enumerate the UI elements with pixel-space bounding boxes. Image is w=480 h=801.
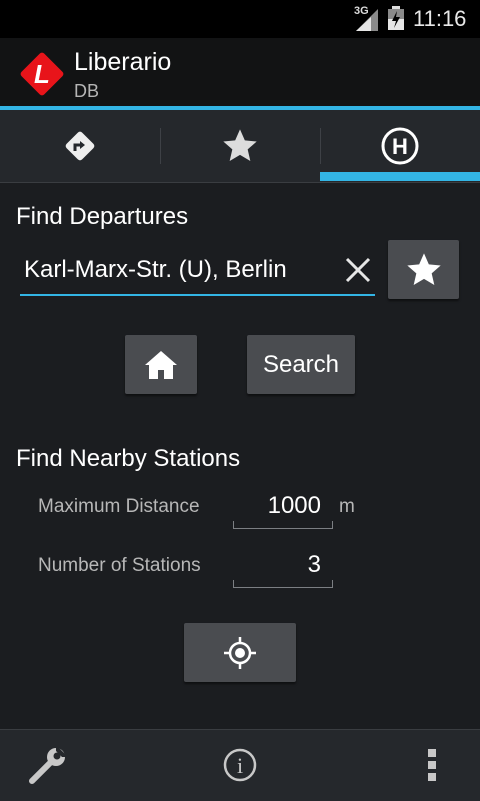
- app-subtitle: DB: [74, 81, 100, 101]
- close-icon[interactable]: [342, 254, 374, 286]
- station-input-value[interactable]: Karl-Marx-Str. (U), Berlin: [24, 256, 287, 284]
- num-stations-label: Number of Stations: [38, 555, 201, 576]
- max-distance-value[interactable]: 1000: [268, 492, 321, 520]
- info-glyph: i: [237, 753, 243, 778]
- about-button[interactable]: i: [218, 743, 262, 787]
- distance-unit: m: [339, 496, 355, 517]
- max-distance-field[interactable]: 1000: [233, 488, 333, 529]
- locate-button[interactable]: [184, 623, 296, 682]
- app-logo-icon[interactable]: L: [18, 50, 66, 98]
- battery-icon: [388, 6, 404, 30]
- clock: 11:16: [413, 6, 467, 31]
- bus-stop-icon: H: [381, 127, 419, 165]
- wrench-icon: [29, 745, 68, 784]
- tab-directions[interactable]: [0, 110, 160, 182]
- location-target-icon: [224, 636, 256, 669]
- favourite-station-button[interactable]: [388, 240, 459, 299]
- bus-stop-glyph: H: [392, 134, 408, 159]
- overflow-menu-button[interactable]: [410, 743, 454, 787]
- num-stations-field[interactable]: 3: [233, 547, 333, 588]
- search-button[interactable]: Search: [247, 335, 355, 394]
- signal-icon: [356, 9, 378, 31]
- tab-favourites[interactable]: [160, 110, 320, 182]
- departures-heading: Find Departures: [16, 203, 189, 230]
- num-stations-value[interactable]: 3: [308, 551, 321, 579]
- star-icon: [223, 129, 257, 161]
- home-icon: [145, 350, 177, 379]
- station-input[interactable]: Karl-Marx-Str. (U), Berlin: [20, 250, 375, 296]
- home-button[interactable]: [125, 335, 197, 394]
- action-bar: L Liberario DB: [0, 38, 480, 106]
- app-title: Liberario: [74, 48, 172, 76]
- nearby-heading: Find Nearby Stations: [16, 445, 241, 472]
- directions-icon: [65, 131, 95, 161]
- overflow-menu-icon: [428, 749, 436, 781]
- info-icon: i: [223, 748, 257, 782]
- bottom-action-bar: i: [0, 729, 480, 801]
- settings-button[interactable]: [26, 743, 70, 787]
- app-logo-letter: L: [34, 59, 50, 89]
- max-distance-label: Maximum Distance: [38, 496, 200, 517]
- status-bar: 3G 11:16: [0, 0, 480, 38]
- star-icon: [406, 252, 441, 285]
- selected-tab-indicator: [320, 172, 480, 181]
